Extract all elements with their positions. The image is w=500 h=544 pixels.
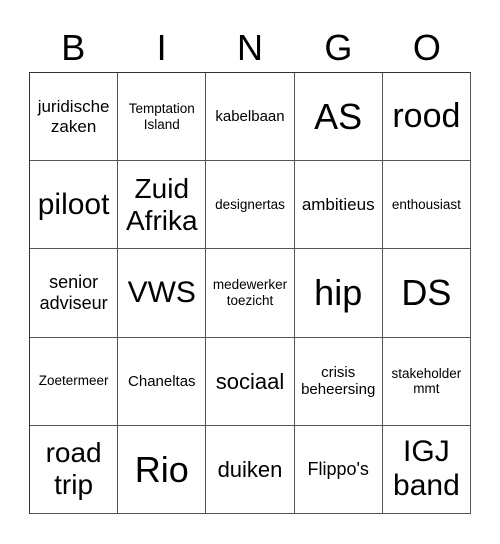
bingo-cell[interactable]: sociaal <box>206 337 295 426</box>
bingo-cell[interactable]: piloot <box>30 161 119 250</box>
bingo-cell[interactable]: VWS <box>118 249 207 338</box>
bingo-cell[interactable]: Temptation Island <box>118 73 207 162</box>
header-letter-i: I <box>156 27 167 68</box>
header-letter-o: O <box>412 27 441 68</box>
header-letter-b: B <box>61 27 86 68</box>
bingo-cell[interactable]: juridische zaken <box>30 73 119 162</box>
bingo-cell[interactable]: DS <box>382 249 471 338</box>
bingo-cell[interactable]: road trip <box>30 425 119 514</box>
bingo-cell[interactable]: enthousiast <box>382 161 471 250</box>
bingo-cell[interactable]: ambitieus <box>294 161 383 250</box>
bingo-cell[interactable]: Rio <box>118 425 207 514</box>
bingo-cell[interactable]: Flippo's <box>294 425 383 514</box>
bingo-cell[interactable]: medewerker toezicht <box>206 249 295 338</box>
bingo-header: B I N G O <box>29 24 471 72</box>
bingo-cell[interactable]: kabelbaan <box>206 73 295 162</box>
bingo-card: juridische zaken Temptation Island kabel… <box>29 72 471 514</box>
bingo-cell[interactable]: IGJ band <box>382 425 471 514</box>
bingo-cell[interactable]: crisis beheersing <box>294 337 383 426</box>
bingo-cell[interactable]: Chaneltas <box>118 337 207 426</box>
header-letter-n: N <box>237 27 264 68</box>
bingo-cell[interactable]: stakeholder mmt <box>382 337 471 426</box>
bingo-cell[interactable]: senior adviseur <box>30 249 119 338</box>
bingo-cell[interactable]: hip <box>294 249 383 338</box>
bingo-cell[interactable]: Zoetermeer <box>30 337 119 426</box>
bingo-cell[interactable]: rood <box>382 73 471 162</box>
bingo-cell[interactable]: duiken <box>206 425 295 514</box>
bingo-cell[interactable]: AS <box>294 73 383 162</box>
bingo-cell[interactable]: designertas <box>206 161 295 250</box>
header-letter-g: G <box>324 27 353 68</box>
bingo-cell[interactable]: Zuid Afrika <box>118 161 207 250</box>
